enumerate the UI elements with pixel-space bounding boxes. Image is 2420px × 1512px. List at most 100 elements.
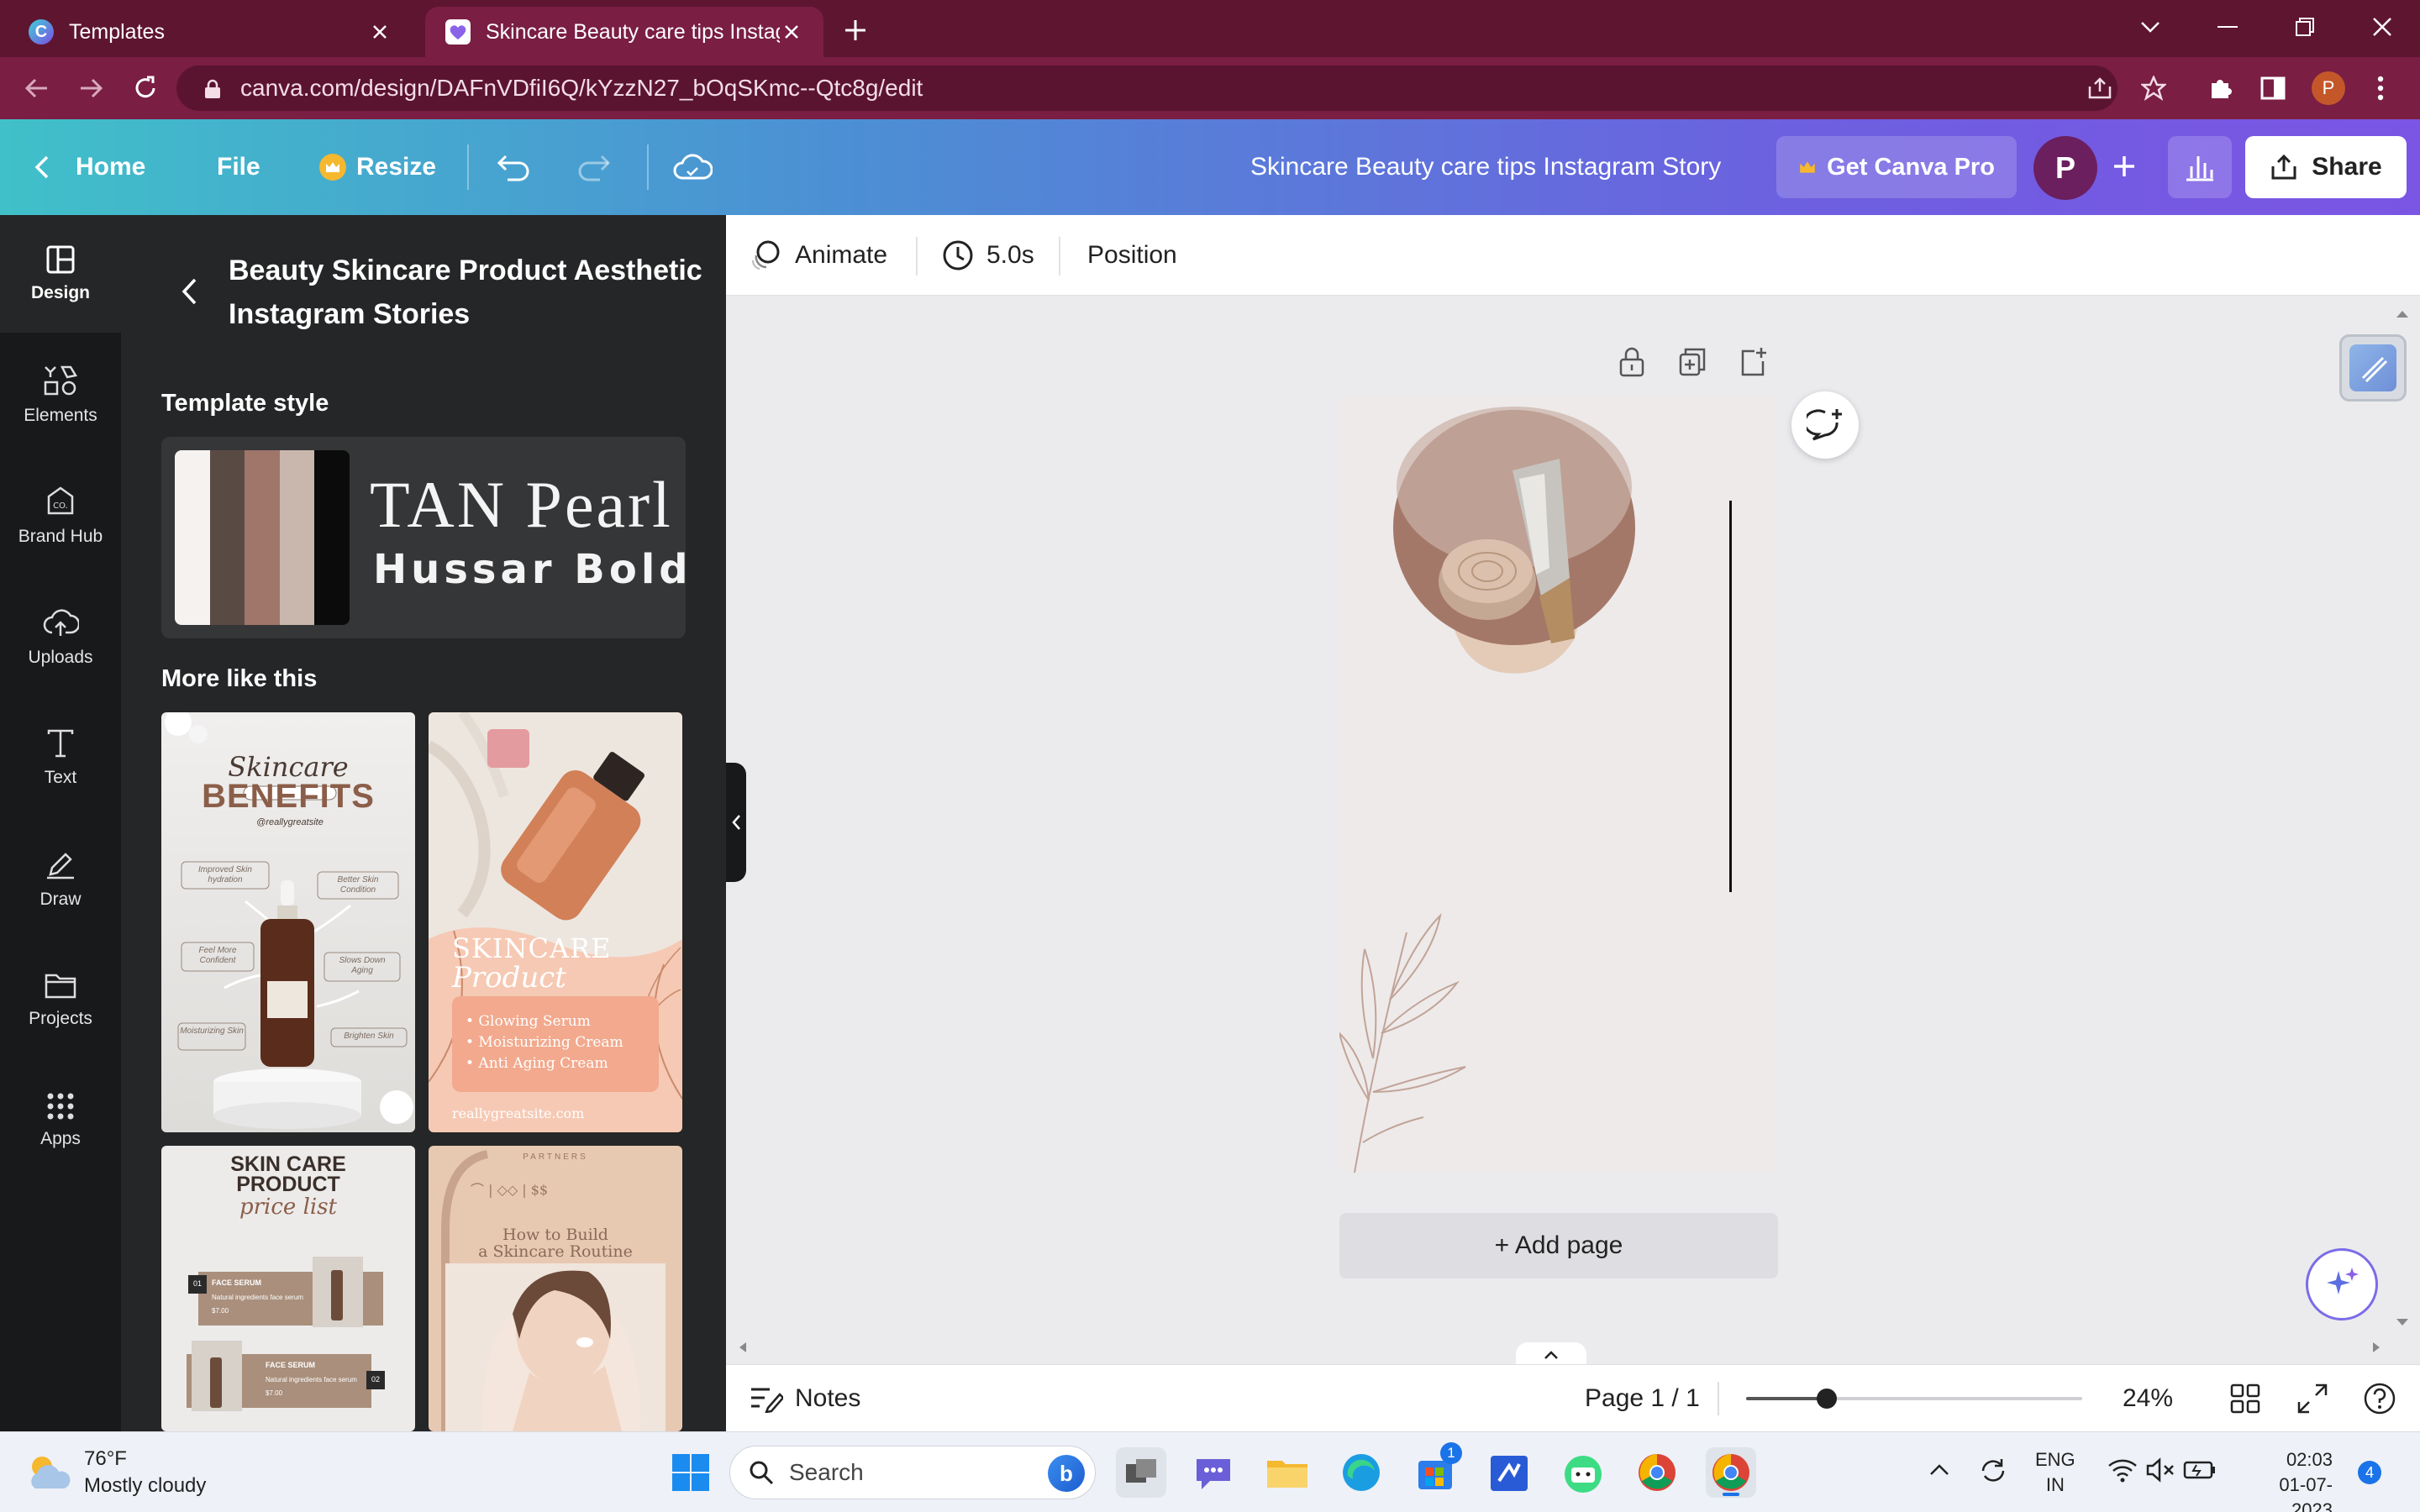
zoom-slider[interactable] xyxy=(1746,1389,2082,1409)
get-canva-pro-button[interactable]: Get Canva Pro xyxy=(1776,136,2017,198)
tab-templates[interactable]: C Templates xyxy=(8,7,412,57)
bookmark-star-icon[interactable] xyxy=(2133,67,2175,109)
edge-browser-icon[interactable] xyxy=(1336,1447,1386,1498)
rail-item-apps[interactable]: Apps xyxy=(0,1062,121,1179)
zoom-slider-handle[interactable] xyxy=(1817,1389,1837,1409)
rail-item-draw[interactable]: Draw xyxy=(0,820,121,937)
tab-skincare-design[interactable]: Skincare Beauty care tips Instagra xyxy=(425,7,823,57)
template-thumbnail[interactable]: ⌒ | ◇◇ | $$ PARTNERS How to Build a Skin… xyxy=(429,1146,682,1431)
magic-assistant-button[interactable] xyxy=(2306,1248,2378,1320)
close-window-icon[interactable] xyxy=(2344,8,2420,45)
template-detail-panel: Beauty Skincare Product Aesthetic Instag… xyxy=(121,215,726,1431)
lock-icon[interactable] xyxy=(203,79,222,99)
forward-icon[interactable] xyxy=(71,67,113,109)
footer-divider xyxy=(1718,1382,1719,1415)
header-divider xyxy=(647,144,649,190)
resize-label: Resize xyxy=(356,153,437,181)
reload-icon[interactable] xyxy=(124,67,166,109)
resize-button[interactable]: Resize xyxy=(319,119,436,215)
duplicate-page-icon[interactable] xyxy=(1677,346,1707,378)
notification-badge[interactable]: 4 xyxy=(2358,1461,2381,1484)
thumb-title-line: PRODUCT xyxy=(236,1173,340,1196)
windows-logo-icon xyxy=(672,1454,709,1491)
chrome-profile-icon[interactable] xyxy=(1632,1447,1682,1498)
template-thumbnail[interactable]: SKIN CARE PRODUCT price list 01 FACE SER… xyxy=(161,1146,415,1431)
language-indicator[interactable]: ENG IN xyxy=(2035,1447,2075,1498)
home-button[interactable]: Home xyxy=(34,119,145,215)
rail-item-text[interactable]: Text xyxy=(0,699,121,816)
add-page-icon[interactable] xyxy=(1738,346,1768,378)
undo-button[interactable] xyxy=(496,119,533,215)
animate-button[interactable]: Animate xyxy=(750,215,887,296)
page-indicator[interactable]: Page 1 / 1 xyxy=(1585,1365,1700,1432)
notes-button[interactable]: Notes xyxy=(750,1365,860,1432)
design-title-text: Skincare Beauty care tips Instagram Stor… xyxy=(1250,153,1722,181)
clock[interactable]: 02:03 01-07-2023 xyxy=(2238,1447,2333,1512)
user-avatar[interactable]: P xyxy=(2033,136,2097,200)
fullscreen-icon[interactable] xyxy=(2297,1383,2328,1414)
weather-widget[interactable]: 76°F Mostly cloudy xyxy=(24,1446,206,1499)
close-icon[interactable] xyxy=(780,20,803,44)
cloud-save-button[interactable] xyxy=(672,119,713,215)
design-page[interactable] xyxy=(1339,395,1778,1173)
font-sub-preview: Hussar Bold xyxy=(373,546,686,593)
share-button[interactable]: Share xyxy=(2245,136,2407,198)
battery-icon[interactable] xyxy=(2183,1459,2217,1481)
close-icon[interactable] xyxy=(368,20,392,44)
duration-button[interactable]: 5.0s xyxy=(941,215,1034,296)
wifi-icon[interactable] xyxy=(2107,1457,2138,1483)
pen-icon xyxy=(47,853,74,879)
profile-avatar[interactable]: P xyxy=(2307,67,2349,109)
android-studio-icon[interactable] xyxy=(1558,1447,1608,1498)
collapse-panel-button[interactable] xyxy=(726,763,746,882)
new-tab-icon[interactable] xyxy=(837,12,874,49)
microsoft-store-icon[interactable]: 1 xyxy=(1410,1442,1462,1498)
insights-button[interactable] xyxy=(2168,136,2232,198)
add-comment-button[interactable] xyxy=(1791,391,1859,459)
rail-item-brand-hub[interactable]: CO. Brand Hub xyxy=(0,457,121,575)
url-field[interactable]: canva.com/design/DAFnVDfiI6Q/kYzzN27_bOq… xyxy=(176,66,2118,111)
rail-item-design[interactable]: Design xyxy=(0,215,121,333)
zoom-level-button[interactable]: 24% xyxy=(2123,1365,2173,1432)
chevron-up-icon[interactable] xyxy=(1929,1462,1949,1476)
add-page-button[interactable]: + Add page xyxy=(1339,1213,1778,1278)
template-thumbnail[interactable]: SKINCARE Product • Glowing Serum • Moist… xyxy=(429,712,682,1132)
chevron-left-icon[interactable] xyxy=(180,277,198,306)
vscode-icon[interactable] xyxy=(1484,1447,1534,1498)
search-placeholder: Search xyxy=(789,1459,864,1485)
task-view-icon[interactable] xyxy=(1116,1447,1166,1498)
side-panel-icon[interactable] xyxy=(2252,67,2294,109)
file-menu-button[interactable]: File xyxy=(217,119,260,215)
design-title[interactable]: Skincare Beauty care tips Instagram Stor… xyxy=(1250,119,1721,215)
grid-view-icon[interactable] xyxy=(2230,1383,2260,1414)
rail-item-uploads[interactable]: Uploads xyxy=(0,578,121,696)
rail-item-projects[interactable]: Projects xyxy=(0,941,121,1058)
file-explorer-icon[interactable] xyxy=(1262,1447,1313,1498)
taskbar-search-field[interactable]: Search b xyxy=(729,1446,1096,1499)
notes-icon xyxy=(751,1388,783,1413)
store-badge: 1 xyxy=(1440,1442,1462,1464)
redo-button[interactable] xyxy=(575,119,612,215)
minimize-icon[interactable] xyxy=(2190,8,2265,45)
lock-page-icon[interactable] xyxy=(1617,346,1647,378)
template-style-card[interactable]: TAN Pearl Hussar Bold xyxy=(161,437,686,638)
back-icon[interactable] xyxy=(15,67,57,109)
help-icon[interactable] xyxy=(2363,1382,2396,1415)
restore-icon[interactable] xyxy=(2267,8,2343,45)
invite-plus-button[interactable] xyxy=(2101,143,2148,190)
share-page-icon[interactable] xyxy=(2079,67,2121,109)
teams-chat-icon[interactable] xyxy=(1188,1447,1239,1498)
crown-icon xyxy=(319,154,346,181)
start-button[interactable] xyxy=(666,1447,716,1498)
sync-icon[interactable] xyxy=(1978,1456,2008,1486)
thumb-partners: PARTNERS xyxy=(523,1152,588,1162)
vertical-scrollbar[interactable] xyxy=(2391,306,2413,1331)
template-thumbnail[interactable]: Skincare BENEFITS @reallygreatsite Impro… xyxy=(161,712,415,1132)
chrome-active-icon[interactable] xyxy=(1706,1447,1756,1498)
position-button[interactable]: Position xyxy=(1087,215,1177,296)
volume-muted-icon[interactable] xyxy=(2146,1457,2175,1483)
rail-item-elements[interactable]: Elements xyxy=(0,336,121,454)
extensions-icon[interactable] xyxy=(2200,67,2242,109)
browser-menu-icon[interactable] xyxy=(2360,67,2402,109)
tab-search-chevron-icon[interactable] xyxy=(2112,8,2188,45)
